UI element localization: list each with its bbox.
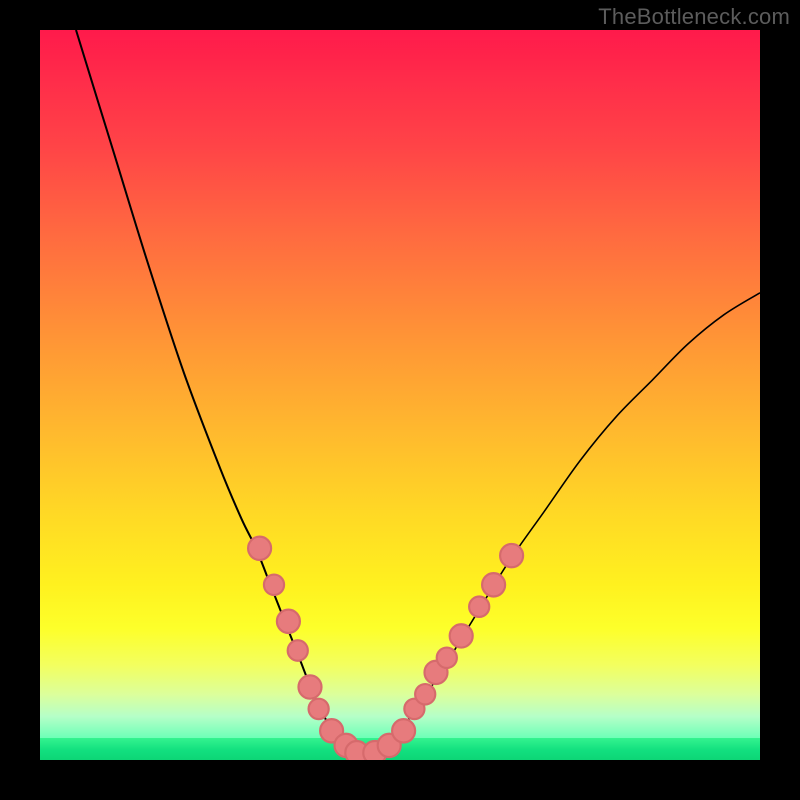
plot-area: [40, 30, 760, 760]
data-dot: [469, 596, 489, 616]
data-dot: [415, 684, 435, 704]
data-dot: [298, 675, 321, 698]
data-dot: [277, 610, 300, 633]
data-dot: [482, 573, 505, 596]
bottleneck-curve-left: [76, 30, 371, 753]
data-dot: [248, 537, 271, 560]
data-dots: [248, 537, 523, 760]
data-dot: [264, 575, 284, 595]
data-dot: [437, 648, 457, 668]
bottleneck-curve-right: [357, 293, 760, 753]
curve-layer: [40, 30, 760, 760]
data-dot: [288, 640, 308, 660]
data-dot: [450, 624, 473, 647]
data-dot: [500, 544, 523, 567]
chart-stage: TheBottleneck.com: [0, 0, 800, 800]
data-dot: [392, 719, 415, 742]
watermark-label: TheBottleneck.com: [598, 4, 790, 30]
data-dot: [309, 699, 329, 719]
